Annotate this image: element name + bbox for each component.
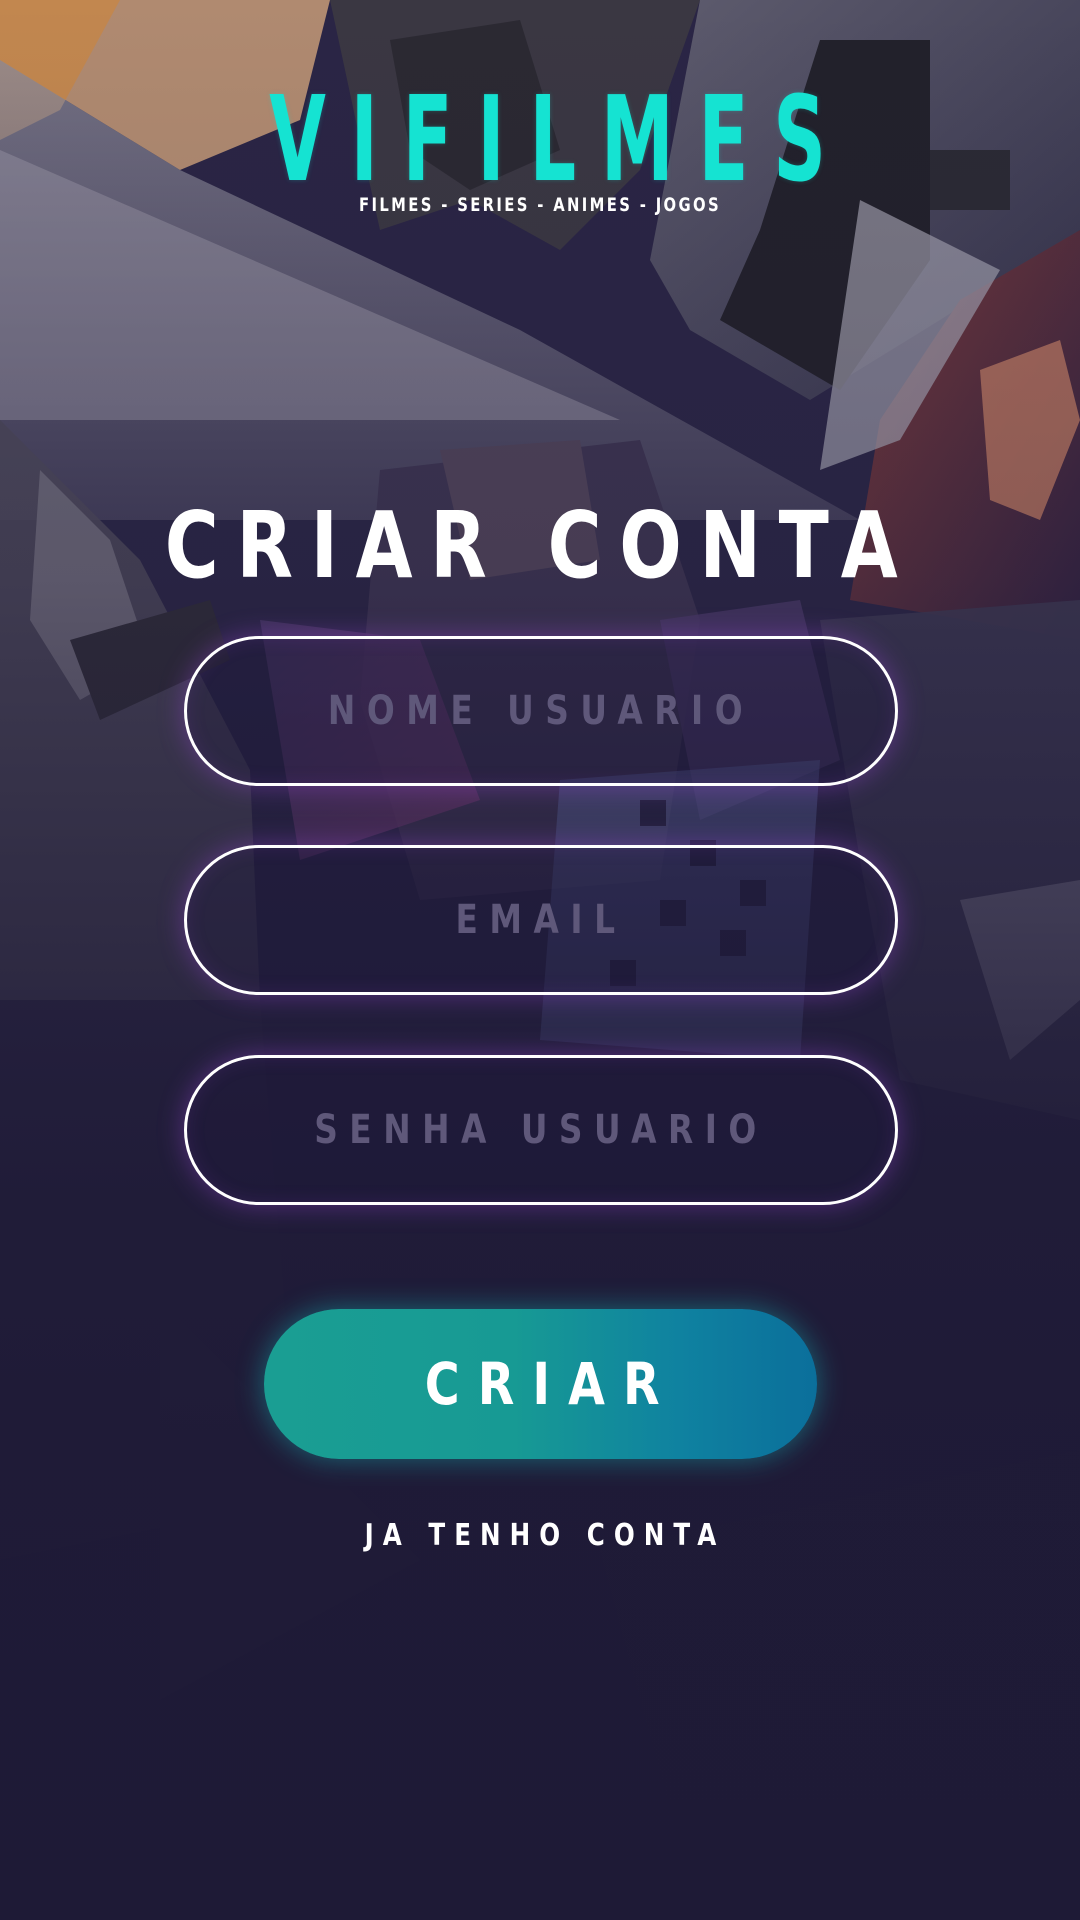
password-field-container xyxy=(184,1055,898,1205)
logo-tagline: FILMES - SERIES - ANIMES - JOGOS xyxy=(359,194,721,216)
app-logo: VIFILMES xyxy=(0,80,1080,198)
page-title: CRIAR CONTA xyxy=(164,492,916,599)
username-input[interactable] xyxy=(250,639,832,783)
create-account-button[interactable]: CRIAR xyxy=(264,1309,817,1459)
logo-text: VIFILMES xyxy=(269,70,851,208)
already-have-account-link[interactable]: JA TENHO CONTA xyxy=(0,1518,1080,1553)
already-have-account-label: JA TENHO CONTA xyxy=(364,1518,725,1553)
username-field-container xyxy=(184,636,898,786)
create-account-button-label: CRIAR xyxy=(425,1350,678,1418)
email-field-container xyxy=(184,845,898,995)
signup-screen: VIFILMES FILMES - SERIES - ANIMES - JOGO… xyxy=(0,0,1080,1920)
email-input[interactable] xyxy=(250,848,832,992)
password-input[interactable] xyxy=(250,1058,832,1202)
